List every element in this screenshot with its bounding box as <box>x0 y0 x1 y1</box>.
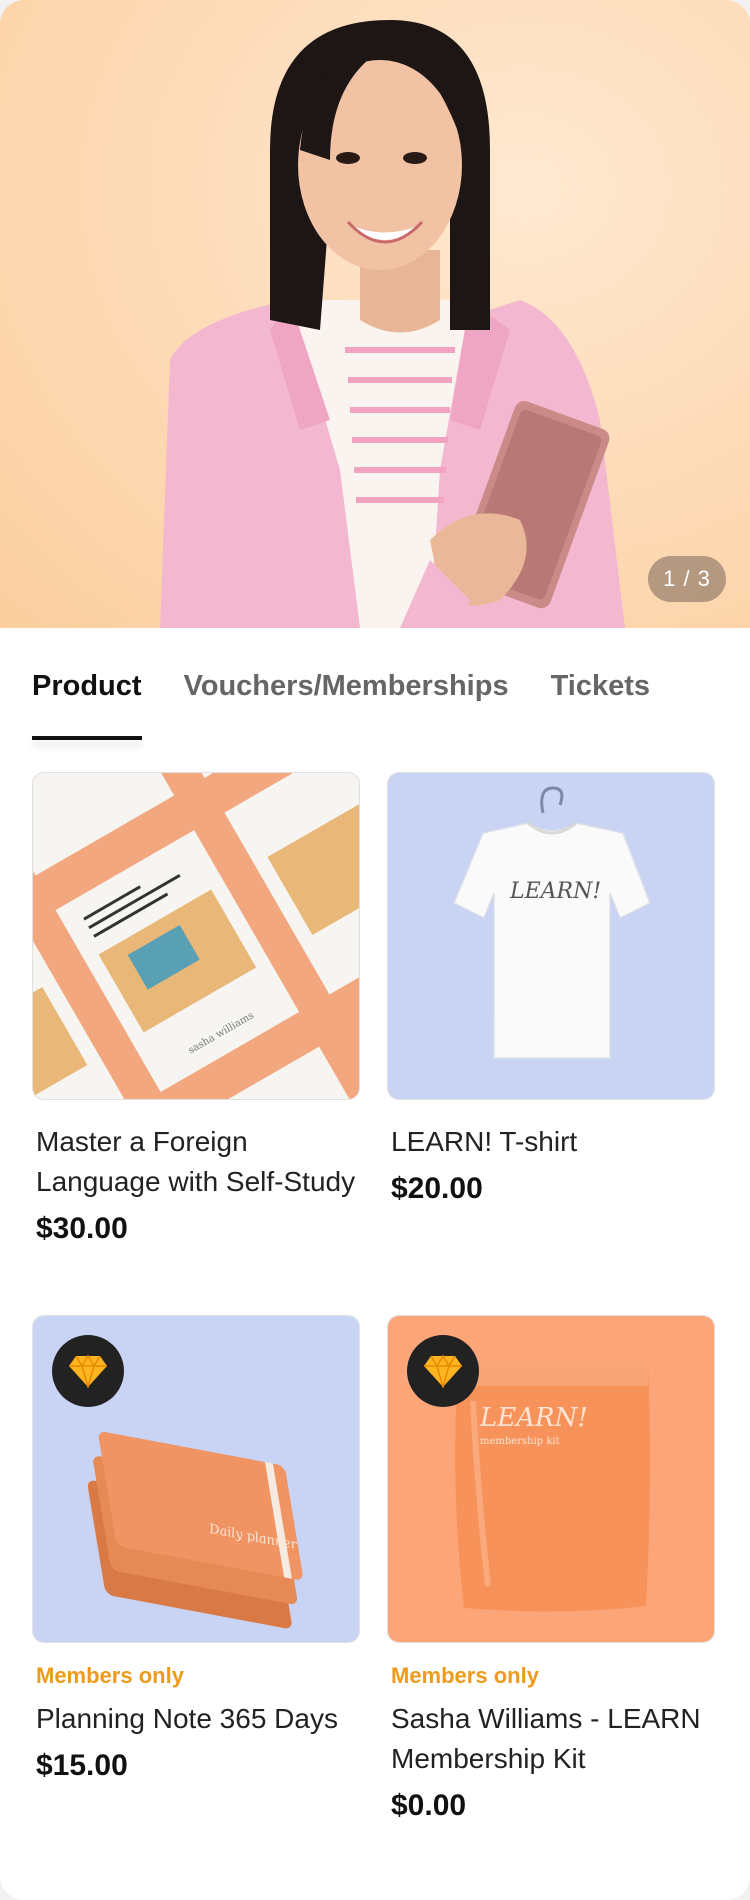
tab-product[interactable]: Product <box>32 670 142 740</box>
product-page: 1 / 3 Product Vouchers/Memberships Ticke… <box>0 0 750 1900</box>
product-card[interactable]: LEARN! LEARN! T-shirt $20.00 <box>387 772 715 1272</box>
product-name[interactable]: Sasha Williams - LEARN Membership Kit <box>391 1699 711 1779</box>
product-image: sasha williams <box>32 772 360 1100</box>
product-card[interactable]: sasha williams Master a Foreign Language… <box>32 772 360 1272</box>
product-name[interactable]: Planning Note 365 Days <box>36 1699 356 1739</box>
product-price: $30.00 <box>36 1212 128 1245</box>
members-only-badge: Members only <box>391 1663 539 1688</box>
hero-carousel[interactable]: 1 / 3 <box>0 0 750 628</box>
hero-image <box>160 20 625 628</box>
product-price: $15.00 <box>36 1749 128 1782</box>
carousel-page-indicator: 1 / 3 <box>648 556 726 602</box>
kit-sub-text: membership kit <box>480 1436 560 1447</box>
members-only-badge: Members only <box>36 1663 184 1688</box>
product-name[interactable]: LEARN! T-shirt <box>391 1122 711 1162</box>
product-price: $0.00 <box>391 1789 467 1822</box>
tab-vouchers-memberships[interactable]: Vouchers/Memberships <box>184 670 509 722</box>
category-tabs: Product Vouchers/Memberships Tickets <box>32 670 650 750</box>
product-card[interactable]: LEARN! membership kit Members only Sasha… <box>387 1315 715 1845</box>
product-name[interactable]: Master a Foreign Language with Self-Stud… <box>36 1122 356 1202</box>
kit-print-text: LEARN! <box>479 1403 588 1433</box>
product-price: $20.00 <box>391 1172 483 1205</box>
tshirt-print-text: LEARN! <box>509 879 601 904</box>
product-image: LEARN! <box>387 772 715 1100</box>
members-diamond-icon <box>52 1335 124 1407</box>
tab-tickets[interactable]: Tickets <box>551 670 650 722</box>
product-card[interactable]: Daily planner Members only Planning Note… <box>32 1315 360 1845</box>
members-diamond-icon <box>407 1335 479 1407</box>
